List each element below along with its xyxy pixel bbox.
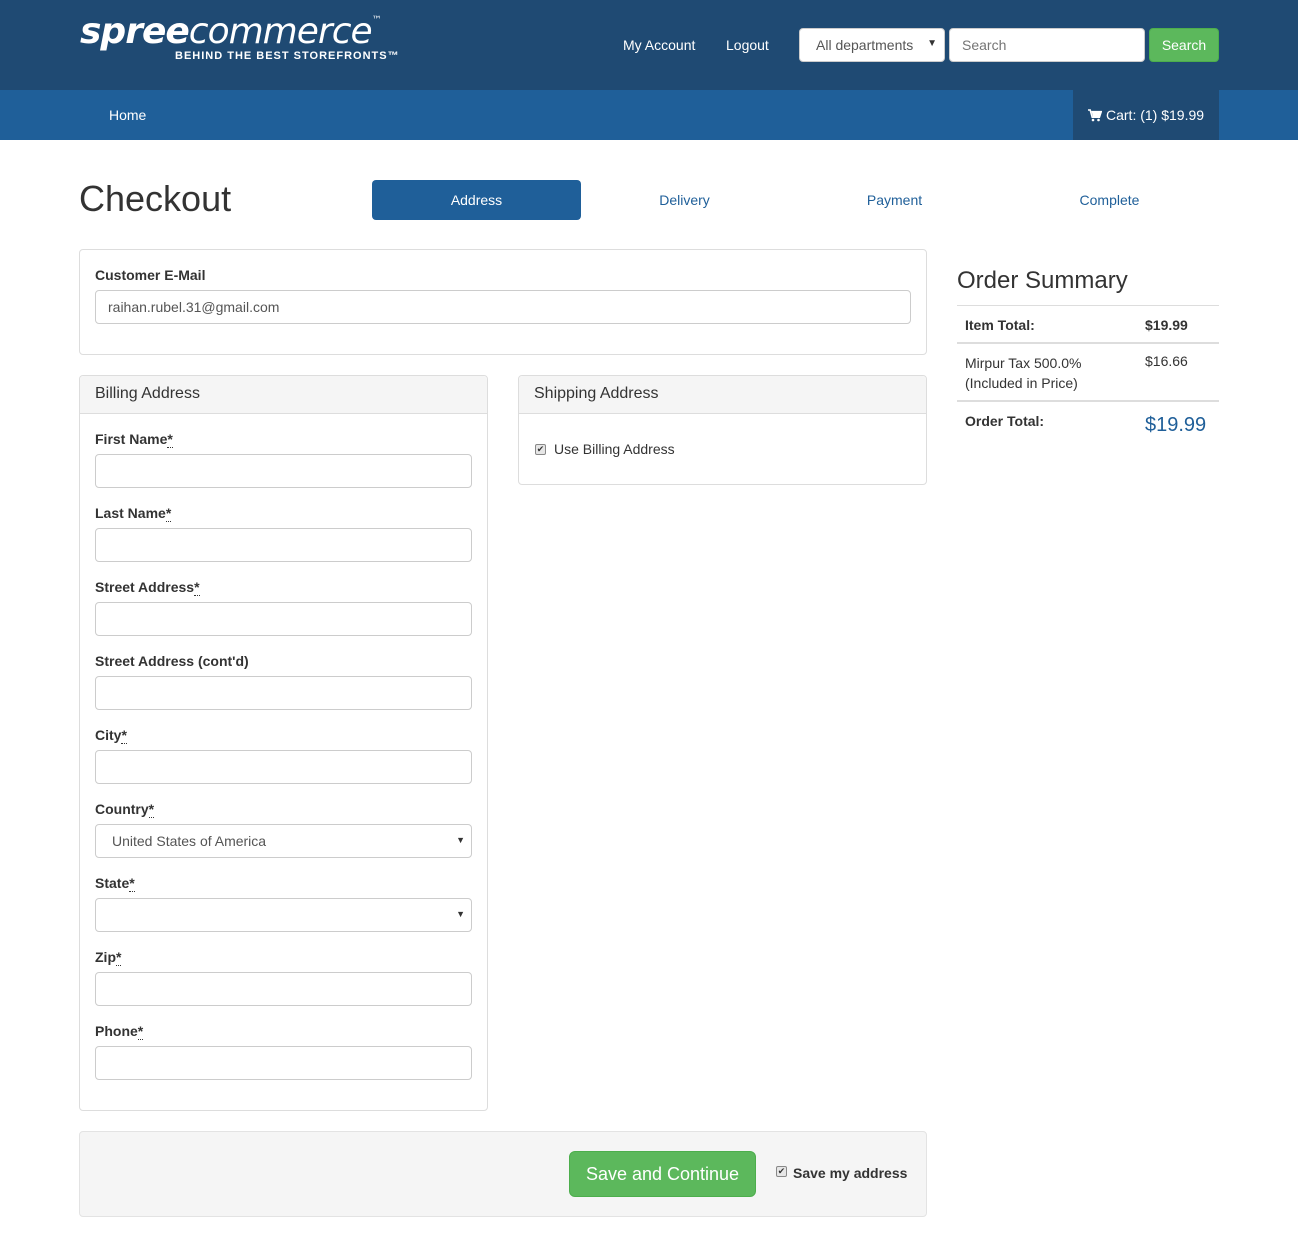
logo-wordmark: spreecommerce™ [80,14,390,50]
logo-tagline: BEHIND THE BEST STOREFRONTS™ [175,50,400,62]
city-label-text: City [95,727,122,743]
state-label: State* [95,875,135,892]
required-mark: * [121,727,127,744]
logo-word-commerce: commerce [188,11,373,52]
tax-value: $16.66 [1145,353,1188,369]
save-my-address-label[interactable]: Save my address [793,1165,907,1181]
street-address-2-label: Street Address (cont'd) [95,653,249,669]
required-mark: * [167,431,173,448]
phone-field[interactable] [95,1046,472,1080]
order-summary-table: Item Total: $19.99 Mirpur Tax 500.0% (Inc… [957,305,1219,444]
customer-email-panel: Customer E-Mail raihan.rubel.31@gmail.co… [79,249,927,355]
chevron-down-icon: ▼ [456,909,465,919]
email-field[interactable]: raihan.rubel.31@gmail.com [95,290,911,324]
last-name-label: Last Name* [95,505,172,522]
required-mark: * [165,505,172,522]
logout-link[interactable]: Logout [726,37,769,53]
email-label: Customer E-Mail [95,267,206,283]
my-account-link[interactable]: My Account [623,37,695,53]
order-total-label: Order Total: [965,413,1045,429]
country-selected-value: United States of America [112,833,267,849]
first-name-label: First Name* [95,431,173,448]
zip-label-text: Zip [95,949,116,965]
country-label-text: Country [95,801,149,817]
zip-label: Zip* [95,949,122,966]
spree-logo[interactable]: spreecommerce™ BEHIND THE BEST STOREFRON… [80,14,399,64]
page-title: Checkout [79,178,232,219]
phone-label: Phone* [95,1023,144,1040]
chevron-down-icon: ▼ [927,38,937,49]
department-select[interactable]: All departments ▼ [799,28,945,62]
first-name-label-text: First Name [95,431,168,447]
item-total-row: Item Total: $19.99 [957,305,1219,342]
state-select[interactable]: ▼ [95,898,472,932]
required-mark: * [129,875,135,892]
save-and-continue-button[interactable]: Save and Continue [569,1151,756,1197]
cart-link[interactable]: Cart: (1) $19.99 [1073,90,1219,140]
street-address-label: Street Address* [95,579,200,596]
street-address-field[interactable] [95,602,472,636]
phone-label-text: Phone [95,1023,138,1039]
required-mark: * [137,1023,144,1040]
billing-address-heading: Billing Address [80,376,487,414]
required-mark: * [116,949,122,966]
item-total-value: $19.99 [1145,317,1188,333]
street-address-2-field[interactable] [95,676,472,710]
required-mark: * [148,801,155,818]
country-select[interactable]: United States of America ▼ [95,824,472,858]
state-label-text: State [95,875,130,891]
last-name-field[interactable] [95,528,472,562]
order-total-value: $19.99 [1145,414,1207,436]
shipping-address-panel: Shipping Address ✔ Use Billing Address [518,375,927,485]
chevron-down-icon: ▼ [456,835,465,845]
step-payment[interactable]: Payment [790,180,999,220]
city-field[interactable] [95,750,472,784]
search-button[interactable]: Search [1149,28,1219,62]
step-address[interactable]: Address [372,180,581,220]
tax-label: Mirpur Tax 500.0% (Included in Price) [965,353,1081,393]
first-name-field[interactable] [95,454,472,488]
use-billing-address-checkbox[interactable]: ✔ [535,444,546,455]
shopping-cart-icon [1088,109,1103,122]
billing-address-panel: Billing Address First Name* Last Name* S… [79,375,488,1111]
site-header: spreecommerce™ BEHIND THE BEST STOREFRON… [0,0,1298,90]
shipping-address-heading: Shipping Address [519,376,926,414]
order-summary-title: Order Summary [957,267,1128,294]
order-total-row: Order Total: $19.99 [957,400,1219,444]
step-complete[interactable]: Complete [1005,180,1214,220]
department-selected-value: All departments [816,37,914,53]
country-label: Country* [95,801,155,818]
use-billing-address-label[interactable]: Use Billing Address [554,441,675,457]
tax-label-note: (Included in Price) [965,375,1078,391]
logo-trademark: ™ [371,15,382,26]
main-navbar: Home Cart: (1) $19.99 [0,90,1298,140]
tax-label-name: Mirpur Tax 500.0% [965,355,1082,371]
cart-summary-text: Cart: (1) $19.99 [1106,107,1205,123]
checkout-actions-bar: Save and Continue ✔ Save my address [79,1131,927,1217]
street-address-label-text: Street Address [95,579,195,595]
zip-field[interactable] [95,972,472,1006]
search-input[interactable] [949,28,1145,62]
required-mark: * [194,579,200,596]
tax-row: Mirpur Tax 500.0% (Included in Price) $16… [957,342,1219,400]
nav-home-link[interactable]: Home [109,107,146,123]
save-my-address-checkbox[interactable]: ✔ [776,1166,787,1177]
step-delivery[interactable]: Delivery [580,180,789,220]
logo-word-spree: spree [80,11,190,52]
city-label: City* [95,727,127,744]
item-total-label: Item Total: [965,317,1035,333]
last-name-label-text: Last Name [95,505,166,521]
